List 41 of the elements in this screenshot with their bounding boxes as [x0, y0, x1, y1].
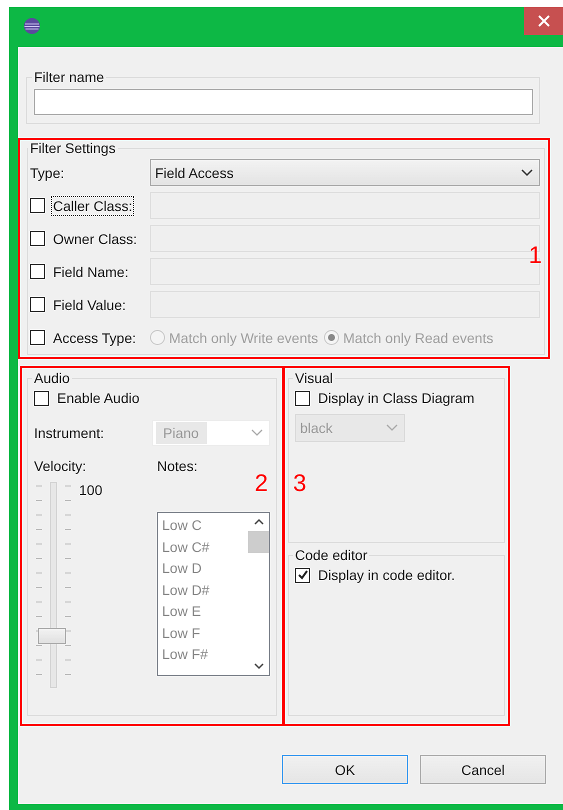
checkbox[interactable]	[30, 330, 45, 345]
sphere-icon	[23, 17, 41, 35]
type-dropdown[interactable]: Field Access	[150, 159, 540, 186]
checkbox-label: Access Type:	[52, 328, 138, 348]
checkbox[interactable]	[295, 390, 310, 406]
field-label: Instrument:	[34, 425, 104, 441]
group-title: Audio	[33, 370, 71, 386]
checkbox-label: Field Name:	[52, 262, 130, 282]
dialog-button[interactable]: Cancel	[420, 755, 546, 784]
chevron-down-icon	[254, 663, 264, 670]
close-button[interactable]	[524, 7, 563, 35]
checkbox-label: Display in Class Diagram	[317, 389, 476, 408]
group-title: Filter Settings	[29, 140, 117, 156]
annotation-number: 2	[254, 472, 268, 496]
checkbox-label: Caller Class:	[51, 196, 134, 216]
radio-label: Match only Write events	[169, 330, 318, 346]
radio-label: Match only Read events	[343, 330, 494, 346]
checkbox-label: Display in code editor.	[317, 566, 456, 585]
dialog-button[interactable]: OK	[282, 755, 408, 784]
group-title: Code editor	[294, 547, 368, 563]
group-title: Visual	[294, 370, 334, 386]
filter-name-field[interactable]	[34, 89, 533, 115]
velocity-value: 100	[79, 482, 102, 500]
field-label: Notes:	[157, 458, 198, 474]
checkbox-label: Enable Audio	[56, 389, 141, 408]
checkbox-label: Owner Class:	[52, 230, 138, 248]
close-icon	[538, 15, 550, 27]
chevron-down-icon	[386, 424, 398, 432]
annotation-number: 3	[293, 472, 306, 496]
slider-thumb[interactable]	[38, 628, 66, 644]
chevron-up-icon	[254, 518, 264, 525]
scroll-thumb[interactable]	[248, 531, 269, 553]
checkbox[interactable]	[34, 390, 49, 406]
chevron-down-icon	[521, 168, 533, 176]
field-label: Type:	[30, 164, 66, 180]
group-title: Filter name	[33, 69, 106, 85]
annotation-number: 1	[528, 244, 542, 268]
checkbox-label: Field Value:	[52, 296, 127, 314]
field-label: Velocity:	[34, 458, 88, 474]
chevron-down-icon	[251, 429, 263, 437]
checkbox[interactable]	[295, 568, 310, 582]
